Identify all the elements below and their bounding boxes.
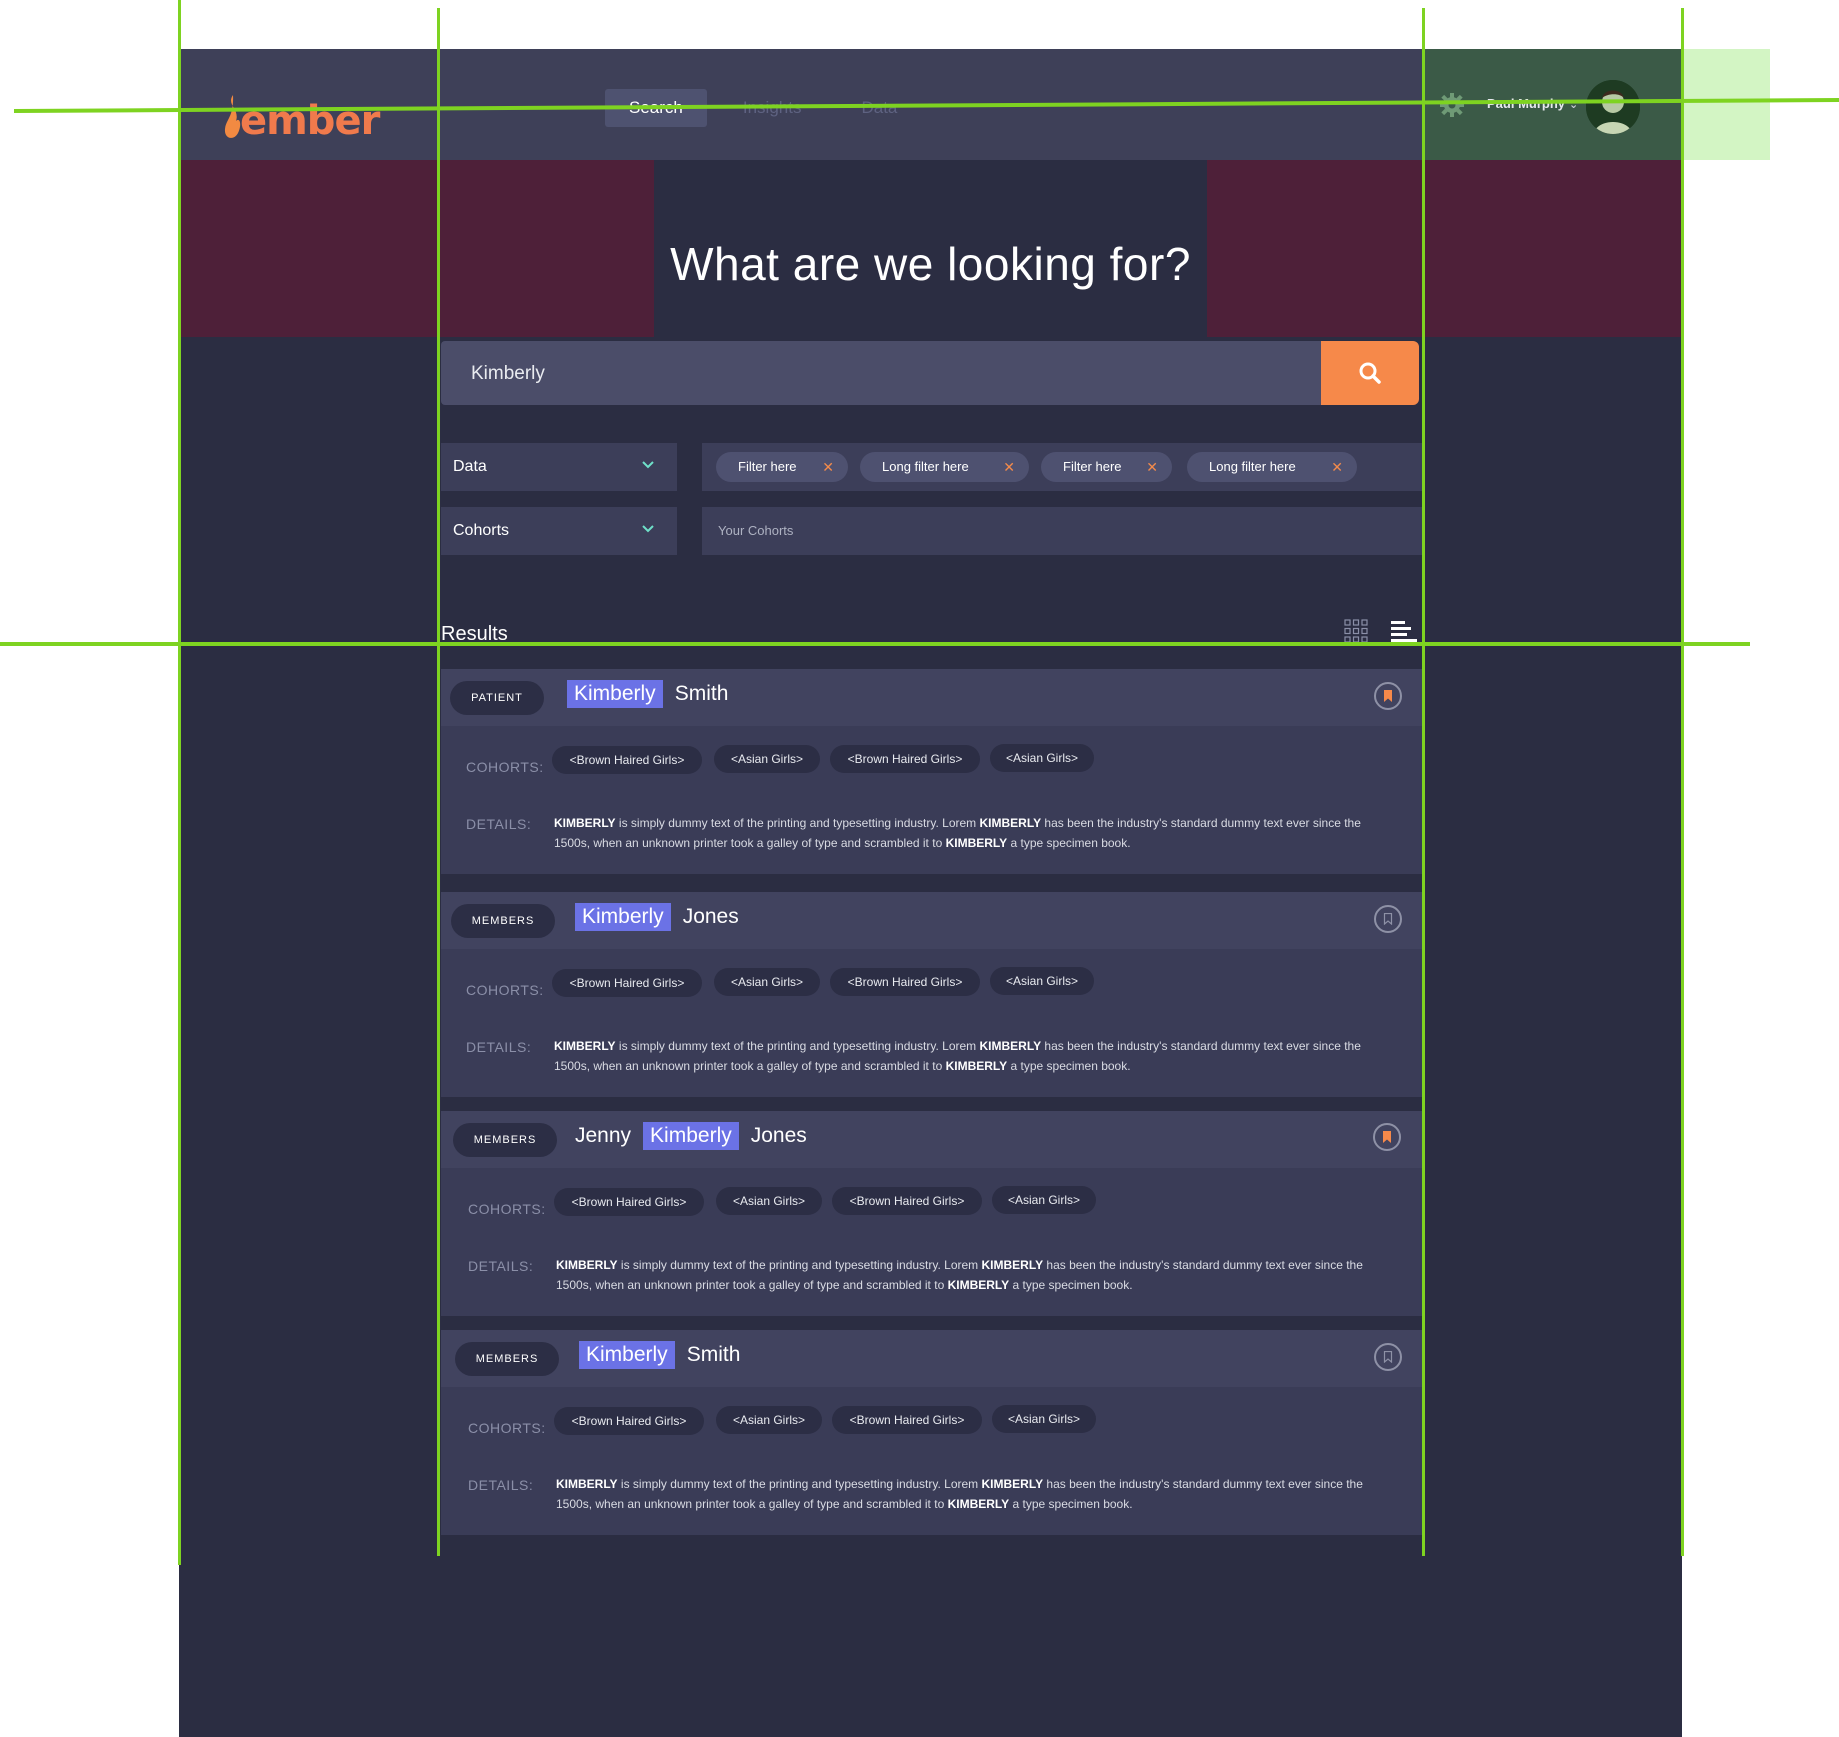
cohort-tag[interactable]: <Brown Haired Girls> — [830, 745, 980, 773]
result-name[interactable]: Kimberly Smith — [579, 1341, 740, 1369]
cohort-tag[interactable]: <Asian Girls> — [990, 744, 1094, 772]
cohort-tag[interactable]: <Brown Haired Girls> — [554, 1407, 704, 1435]
result-name[interactable]: Jenny Kimberly Jones — [575, 1122, 807, 1150]
bookmark-outline-icon — [1383, 1351, 1393, 1363]
result-card[interactable]: MEMBERS Jenny Kimberly Jones COHORTS: <B… — [441, 1111, 1424, 1316]
bookmark-button[interactable] — [1374, 682, 1402, 710]
guide-line-vertical — [1422, 8, 1425, 1556]
result-name[interactable]: Kimberly Smith — [567, 680, 728, 708]
filter-chip[interactable]: Long filter here ✕ — [860, 452, 1029, 482]
cohort-tag[interactable]: <Asian Girls> — [716, 1406, 822, 1434]
result-last-name: Jones — [682, 905, 739, 928]
data-dropdown-label: Data — [453, 458, 487, 475]
close-icon[interactable]: ✕ — [1146, 452, 1158, 482]
result-details: KIMBERLY is simply dummy text of the pri… — [556, 1477, 1363, 1511]
result-type-badge: MEMBERS — [453, 1123, 557, 1157]
cohort-tag[interactable]: <Asian Girls> — [714, 968, 820, 996]
result-card[interactable]: MEMBERS Kimberly Smith COHORTS: <Brown H… — [441, 1330, 1424, 1535]
close-icon[interactable]: ✕ — [822, 452, 834, 482]
cohorts-label: COHORTS: — [466, 759, 544, 775]
close-icon[interactable]: ✕ — [1003, 452, 1015, 482]
details-label: DETAILS: — [466, 816, 532, 832]
bookmark-button[interactable] — [1374, 1343, 1402, 1371]
cohort-tag[interactable]: <Asian Girls> — [990, 967, 1094, 995]
grid-view-icon[interactable] — [1344, 619, 1368, 643]
result-card-header: PATIENT Kimberly Smith — [441, 669, 1424, 726]
result-details: KIMBERLY is simply dummy text of the pri… — [556, 1258, 1363, 1292]
result-type-badge: MEMBERS — [455, 1342, 559, 1376]
result-first-name: Jenny — [575, 1124, 632, 1147]
search-highlight: Kimberly — [575, 903, 671, 931]
cohorts-label: COHORTS: — [468, 1420, 546, 1436]
cohorts-field[interactable]: Your Cohorts — [702, 507, 1424, 555]
cohort-tag[interactable]: <Brown Haired Girls> — [830, 968, 980, 996]
data-dropdown[interactable]: Data — [441, 443, 677, 491]
result-card-header: MEMBERS Kimberly Smith — [441, 1330, 1424, 1387]
result-type-badge: MEMBERS — [451, 904, 555, 938]
search-icon — [1359, 362, 1381, 384]
search-button[interactable] — [1321, 341, 1419, 405]
details-label: DETAILS: — [466, 1039, 532, 1055]
page-title: What are we looking for? — [670, 238, 1191, 290]
guide-line-vertical — [178, 0, 181, 1565]
filter-chip[interactable]: Filter here ✕ — [716, 452, 848, 482]
filter-chip[interactable]: Filter here ✕ — [1041, 452, 1172, 482]
chevron-down-icon — [642, 461, 654, 469]
result-details: KIMBERLY is simply dummy text of the pri… — [554, 816, 1361, 850]
result-name[interactable]: Kimberly Jones — [575, 903, 739, 931]
filter-chip-label: Long filter here — [1209, 459, 1296, 474]
search-input[interactable]: Kimberly — [441, 341, 1321, 405]
bookmark-filled-icon — [1383, 1131, 1391, 1143]
bookmark-button[interactable] — [1373, 1123, 1401, 1151]
close-icon[interactable]: ✕ — [1331, 452, 1343, 482]
cohort-tag[interactable]: <Brown Haired Girls> — [554, 1188, 704, 1216]
cohorts-label: COHORTS: — [466, 982, 544, 998]
search-highlight: Kimberly — [643, 1122, 739, 1150]
cohorts-dropdown-label: Cohorts — [453, 522, 510, 539]
cohort-tag[interactable]: <Brown Haired Girls> — [552, 969, 702, 997]
cohort-tag[interactable]: <Asian Girls> — [716, 1187, 822, 1215]
filter-chip-label: Long filter here — [882, 459, 969, 474]
cohort-tag[interactable]: <Asian Girls> — [714, 745, 820, 773]
filter-chip[interactable]: Long filter here ✕ — [1187, 452, 1357, 482]
cohorts-dropdown[interactable]: Cohorts — [441, 507, 677, 555]
guide-line-diagonal — [13, 98, 1839, 113]
chevron-down-icon — [642, 525, 654, 533]
bookmark-outline-icon — [1383, 913, 1393, 925]
details-label: DETAILS: — [468, 1477, 534, 1493]
bookmark-button[interactable] — [1374, 905, 1402, 933]
search-input-value: Kimberly — [471, 363, 545, 384]
search-highlight: Kimberly — [567, 680, 663, 708]
filter-chip-label: Filter here — [738, 459, 797, 474]
result-details: KIMBERLY is simply dummy text of the pri… — [554, 1039, 1361, 1073]
result-card-header: MEMBERS Kimberly Jones — [441, 892, 1424, 949]
cohorts-placeholder: Your Cohorts — [718, 523, 794, 538]
details-label: DETAILS: — [468, 1258, 534, 1274]
cohort-tag[interactable]: <Asian Girls> — [992, 1405, 1096, 1433]
result-card[interactable]: PATIENT Kimberly Smith COHORTS: <Brown H… — [441, 669, 1424, 874]
result-card[interactable]: MEMBERS Kimberly Jones COHORTS: <Brown H… — [441, 892, 1424, 1097]
result-last-name: Smith — [674, 682, 729, 705]
cohort-tag[interactable]: <Brown Haired Girls> — [832, 1187, 982, 1215]
result-type-badge: PATIENT — [450, 681, 544, 715]
guide-line-horizontal — [0, 642, 1750, 646]
app-frame: ember Search Insights Data Paul — [179, 49, 1682, 1737]
guide-line-vertical — [1681, 8, 1684, 1556]
guide-line-vertical — [437, 8, 440, 1556]
search-highlight: Kimberly — [579, 1341, 675, 1369]
active-filters: Filter here ✕ Long filter here ✕ Filter … — [702, 443, 1424, 491]
bookmark-filled-icon — [1384, 690, 1392, 702]
result-card-header: MEMBERS Jenny Kimberly Jones — [441, 1111, 1424, 1168]
filter-chip-label: Filter here — [1063, 459, 1122, 474]
cohorts-label: COHORTS: — [468, 1201, 546, 1217]
cohort-tag[interactable]: <Asian Girls> — [992, 1186, 1096, 1214]
result-last-name: Jones — [750, 1124, 807, 1147]
list-view-icon[interactable] — [1391, 619, 1417, 643]
cohort-tag[interactable]: <Brown Haired Girls> — [552, 746, 702, 774]
cohort-tag[interactable]: <Brown Haired Girls> — [832, 1406, 982, 1434]
result-last-name: Smith — [686, 1343, 741, 1366]
